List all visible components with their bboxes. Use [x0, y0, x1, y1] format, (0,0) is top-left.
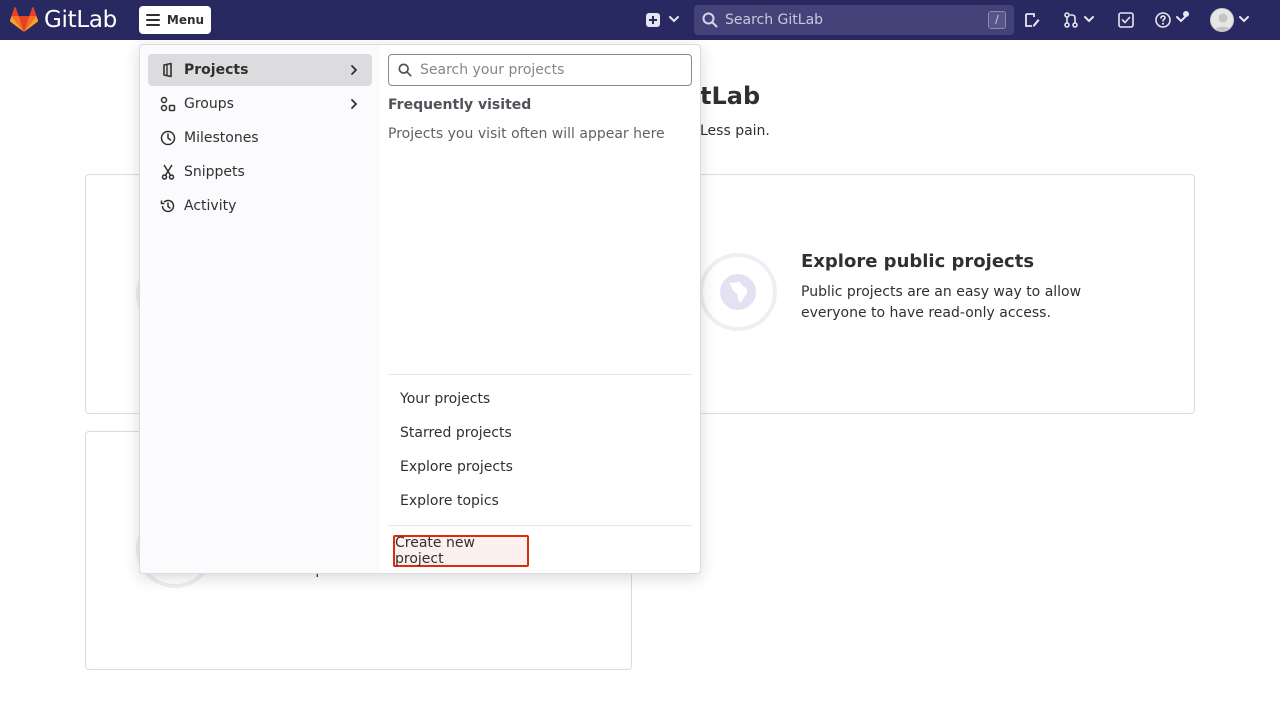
projects-panel: Search your projects Frequently visited … [388, 53, 694, 567]
search-shortcut-hint: / [988, 11, 1006, 29]
explore-card-description: Public projects are an easy way to allow… [801, 284, 1082, 321]
clock-icon [160, 130, 176, 146]
main-menu-dropdown: Projects Groups Milestones Snippets Acti… [139, 44, 701, 574]
menu-button[interactable]: Menu [139, 6, 211, 34]
menu-item-label: Projects [184, 62, 249, 78]
chevron-right-icon [351, 65, 358, 75]
menu-label: Menu [166, 13, 205, 27]
project-search-placeholder: Search your projects [420, 62, 565, 78]
link-your-projects[interactable]: Your projects [388, 383, 692, 415]
plus-square-icon [646, 13, 660, 27]
global-search-input[interactable]: Search GitLab / [694, 5, 1014, 35]
frequently-visited-heading: Frequently visited [388, 97, 532, 113]
chevron-down-icon [1239, 16, 1249, 23]
frequently-visited-empty-state: Projects you visit often will appear her… [388, 126, 665, 142]
link-starred-projects[interactable]: Starred projects [388, 417, 692, 449]
menu-sections: Projects Groups Milestones Snippets Acti… [140, 45, 380, 573]
search-icon [398, 63, 412, 77]
default-avatar-icon [1214, 13, 1232, 31]
menu-item-milestones[interactable]: Milestones [148, 122, 372, 154]
menu-item-label: Milestones [184, 130, 259, 146]
project-icon [160, 62, 176, 78]
menu-item-activity[interactable]: Activity [148, 190, 372, 222]
history-icon [160, 198, 176, 214]
group-icon [160, 96, 176, 112]
menu-item-label: Groups [184, 96, 234, 112]
divider [388, 374, 692, 375]
issues-button[interactable] [1024, 8, 1040, 32]
help-notification-dot [1183, 11, 1189, 17]
menu-item-projects[interactable]: Projects [148, 54, 372, 86]
menu-item-snippets[interactable]: Snippets [148, 156, 372, 188]
search-icon [702, 12, 718, 28]
chevron-down-icon [669, 16, 679, 23]
link-explore-projects[interactable]: Explore projects [388, 451, 692, 483]
chevron-down-icon [1084, 16, 1094, 23]
chevron-right-icon [351, 99, 358, 109]
avatar [1210, 8, 1234, 32]
hamburger-icon [145, 14, 160, 26]
gitlab-tanuki-icon [10, 7, 38, 32]
snippet-icon [160, 164, 176, 180]
new-item-dropdown[interactable] [646, 8, 681, 32]
link-explore-topics[interactable]: Explore topics [388, 485, 692, 517]
todos-button[interactable] [1118, 8, 1134, 32]
globe-icon [720, 274, 756, 310]
explore-card-title[interactable]: Explore public projects [801, 251, 1034, 272]
project-search-input[interactable]: Search your projects [388, 54, 692, 86]
top-navbar: GitLab Menu Search GitLab / [0, 0, 1280, 40]
menu-item-label: Activity [184, 198, 237, 214]
menu-item-groups[interactable]: Groups [148, 88, 372, 120]
welcome-heading: tLab [700, 82, 761, 110]
divider [388, 525, 692, 526]
help-icon [1155, 12, 1171, 28]
menu-item-label: Snippets [184, 164, 245, 180]
user-menu-dropdown[interactable] [1210, 8, 1251, 32]
gitlab-logo[interactable]: GitLab [10, 4, 117, 36]
welcome-subheading: Less pain. [700, 123, 770, 139]
todo-icon [1118, 12, 1134, 28]
merge-request-icon [1064, 12, 1078, 28]
search-placeholder: Search GitLab [725, 12, 824, 28]
create-new-project-button[interactable]: Create new project [393, 535, 529, 567]
globe-illustration [699, 253, 777, 331]
logo-text: GitLab [44, 7, 117, 33]
issues-icon [1025, 13, 1040, 27]
merge-requests-dropdown[interactable] [1063, 8, 1096, 32]
